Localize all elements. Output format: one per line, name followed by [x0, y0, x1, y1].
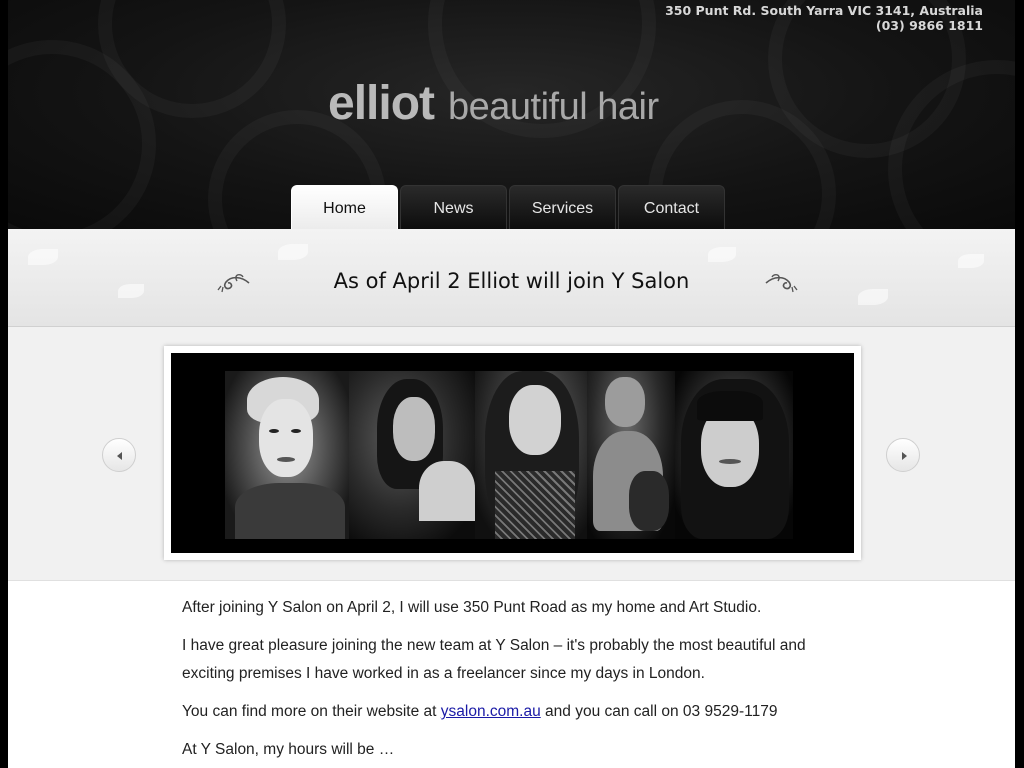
tab-contact[interactable]: Contact: [618, 185, 725, 229]
banner-title: As of April 2 Elliot will join Y Salon: [333, 269, 690, 293]
header: 350 Punt Rd. South Yarra VIC 3141, Austr…: [8, 0, 1015, 229]
slider-frame: [164, 346, 861, 560]
slider-prev-button[interactable]: [102, 438, 136, 472]
address-block: 350 Punt Rd. South Yarra VIC 3141, Austr…: [665, 3, 983, 33]
tab-home[interactable]: Home: [291, 185, 398, 229]
logo-name: elliot: [328, 77, 435, 130]
paragraph: At Y Salon, my hours will be …: [182, 741, 395, 758]
page: 350 Punt Rd. South Yarra VIC 3141, Austr…: [8, 0, 1015, 768]
portrait-photo: [475, 371, 587, 539]
announcement-banner: As of April 2 Elliot will join Y Salon: [8, 229, 1015, 327]
chevron-right-icon: [902, 452, 907, 460]
slider-next-button[interactable]: [886, 438, 920, 472]
logo-tagline: beautiful hair: [448, 86, 659, 128]
banner-pattern: [28, 249, 58, 265]
paragraph-text: and you can call on 03 9529-1179: [540, 703, 778, 720]
portrait-photo: [225, 371, 349, 539]
portrait-photo: [349, 371, 475, 539]
chevron-left-icon: [117, 452, 122, 460]
tab-services[interactable]: Services: [509, 185, 616, 229]
address-line: 350 Punt Rd. South Yarra VIC 3141, Austr…: [665, 3, 983, 18]
flourish-right-icon: [765, 273, 798, 293]
banner-pattern: [958, 254, 984, 268]
paragraph-text: You can find more on their website at: [182, 703, 441, 720]
logo[interactable]: elliot beautiful hair: [328, 76, 659, 131]
image-slider: [8, 327, 1015, 581]
ysalon-link[interactable]: ysalon.com.au: [441, 703, 541, 720]
slide-image[interactable]: [171, 353, 854, 553]
banner-pattern: [278, 244, 308, 260]
tab-news[interactable]: News: [400, 185, 507, 229]
paragraph: You can find more on their website at ys…: [182, 698, 842, 726]
paragraph: I have great pleasure joining the new te…: [182, 637, 806, 682]
banner-pattern: [708, 247, 736, 262]
portrait-photo: [675, 371, 793, 539]
paragraph: After joining Y Salon on April 2, I will…: [182, 599, 762, 616]
phone-line: (03) 9866 1811: [875, 18, 983, 33]
portrait-photo: [587, 371, 675, 539]
main-content: After joining Y Salon on April 2, I will…: [182, 594, 842, 768]
